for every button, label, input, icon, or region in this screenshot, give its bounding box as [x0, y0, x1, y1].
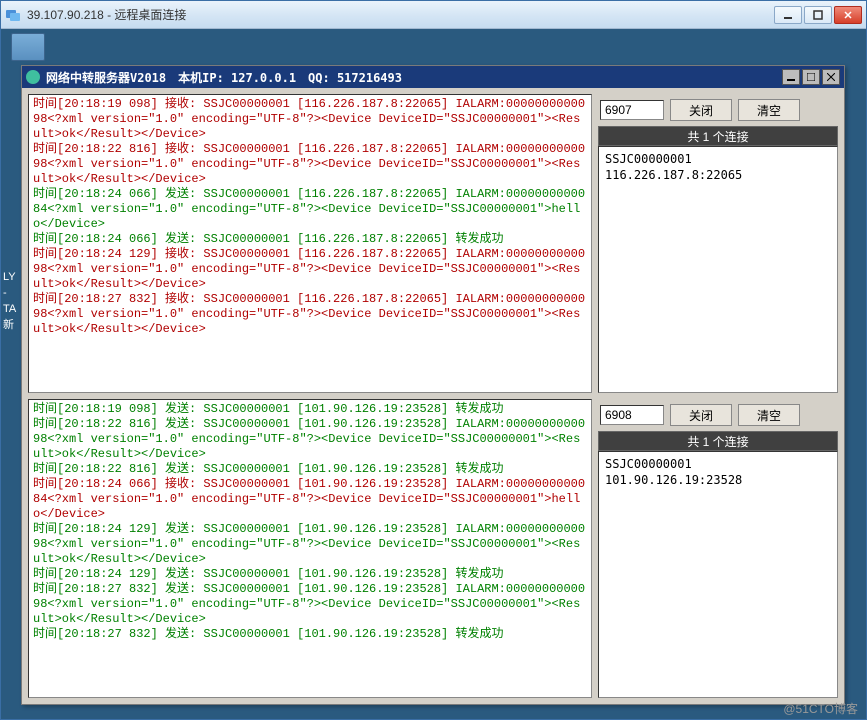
rdp-icon	[5, 7, 21, 23]
panel-row-2: 时间[20:18:19 098] 发送: SSJC00000001 [101.9…	[28, 399, 838, 698]
app-icon	[26, 70, 40, 84]
remote-desktop-body: LY-TA新 网络中转服务器V2018 本机IP: 127.0.0.1 QQ: …	[1, 29, 866, 719]
log-line: 时间[20:18:27 832] 接收: SSJC00000001 [116.2…	[33, 292, 587, 337]
log-line: 时间[20:18:22 816] 接收: SSJC00000001 [116.2…	[33, 142, 587, 187]
log-line: 时间[20:18:27 832] 发送: SSJC00000001 [101.9…	[33, 582, 587, 627]
app-maximize-button[interactable]	[802, 69, 820, 85]
conn-list-1[interactable]: SSJC00000001 116.226.187.8:22065	[598, 146, 838, 393]
conn-list-2[interactable]: SSJC00000001 101.90.126.19:23528	[598, 451, 838, 698]
desktop-left-labels: LY-TA新	[3, 269, 16, 333]
side-controls-2: 关闭 清空	[598, 399, 838, 431]
rdp-titlebar[interactable]: 39.107.90.218 - 远程桌面连接	[1, 1, 866, 29]
log-line: 时间[20:18:24 066] 接收: SSJC00000001 [101.9…	[33, 477, 587, 522]
conn-header-2: 共 1 个连接	[598, 431, 838, 451]
clear-log-button-1[interactable]: 清空	[738, 99, 800, 121]
conn-item[interactable]: SSJC00000001 101.90.126.19:23528	[605, 456, 831, 488]
desktop-icons	[11, 33, 45, 61]
minimize-button[interactable]	[774, 6, 802, 24]
maximize-button[interactable]	[804, 6, 832, 24]
app-minimize-button[interactable]	[782, 69, 800, 85]
log-line: 时间[20:18:24 066] 发送: SSJC00000001 [116.2…	[33, 232, 587, 247]
app-titlebar[interactable]: 网络中转服务器V2018 本机IP: 127.0.0.1 QQ: 5172164…	[22, 66, 844, 88]
rdp-title: 39.107.90.218 - 远程桌面连接	[27, 6, 774, 23]
log-line: 时间[20:18:22 816] 发送: SSJC00000001 [101.9…	[33, 462, 587, 477]
app-window: 网络中转服务器V2018 本机IP: 127.0.0.1 QQ: 5172164…	[21, 65, 845, 705]
desktop-icon[interactable]	[11, 33, 45, 61]
clear-log-button-2[interactable]: 清空	[738, 404, 800, 426]
log-line: 时间[20:18:24 129] 接收: SSJC00000001 [116.2…	[33, 247, 587, 292]
port-input-1[interactable]	[600, 100, 664, 120]
side-pane-1: 关闭 清空 共 1 个连接 SSJC00000001 116.226.187.8…	[598, 94, 838, 393]
side-pane-2: 关闭 清空 共 1 个连接 SSJC00000001 101.90.126.19…	[598, 399, 838, 698]
close-port-button-1[interactable]: 关闭	[670, 99, 732, 121]
panel-row-1: 时间[20:18:19 098] 接收: SSJC00000001 [116.2…	[28, 94, 838, 393]
app-title: 网络中转服务器V2018 本机IP: 127.0.0.1 QQ: 5172164…	[46, 69, 780, 86]
log-line: 时间[20:18:24 129] 发送: SSJC00000001 [101.9…	[33, 567, 587, 582]
close-button[interactable]	[834, 6, 862, 24]
log-pane-1[interactable]: 时间[20:18:19 098] 接收: SSJC00000001 [116.2…	[28, 94, 592, 393]
conn-item[interactable]: SSJC00000001 116.226.187.8:22065	[605, 151, 831, 183]
conn-header-1: 共 1 个连接	[598, 126, 838, 146]
window-buttons	[774, 6, 862, 24]
close-port-button-2[interactable]: 关闭	[670, 404, 732, 426]
log-line: 时间[20:18:27 832] 发送: SSJC00000001 [101.9…	[33, 627, 587, 642]
side-controls-1: 关闭 清空	[598, 94, 838, 126]
app-window-buttons	[780, 69, 840, 85]
log-line: 时间[20:18:19 098] 接收: SSJC00000001 [116.2…	[33, 97, 587, 142]
log-line: 时间[20:18:24 129] 发送: SSJC00000001 [101.9…	[33, 522, 587, 567]
log-line: 时间[20:18:22 816] 发送: SSJC00000001 [101.9…	[33, 417, 587, 462]
app-body: 时间[20:18:19 098] 接收: SSJC00000001 [116.2…	[22, 88, 844, 704]
watermark: @51CTO博客	[783, 700, 858, 717]
app-close-button[interactable]	[822, 69, 840, 85]
log-pane-2[interactable]: 时间[20:18:19 098] 发送: SSJC00000001 [101.9…	[28, 399, 592, 698]
log-line: 时间[20:18:19 098] 发送: SSJC00000001 [101.9…	[33, 402, 587, 417]
port-input-2[interactable]	[600, 405, 664, 425]
log-line: 时间[20:18:24 066] 发送: SSJC00000001 [116.2…	[33, 187, 587, 232]
rdp-window: 39.107.90.218 - 远程桌面连接 LY-TA新 网络中转服务器V20…	[0, 0, 867, 720]
